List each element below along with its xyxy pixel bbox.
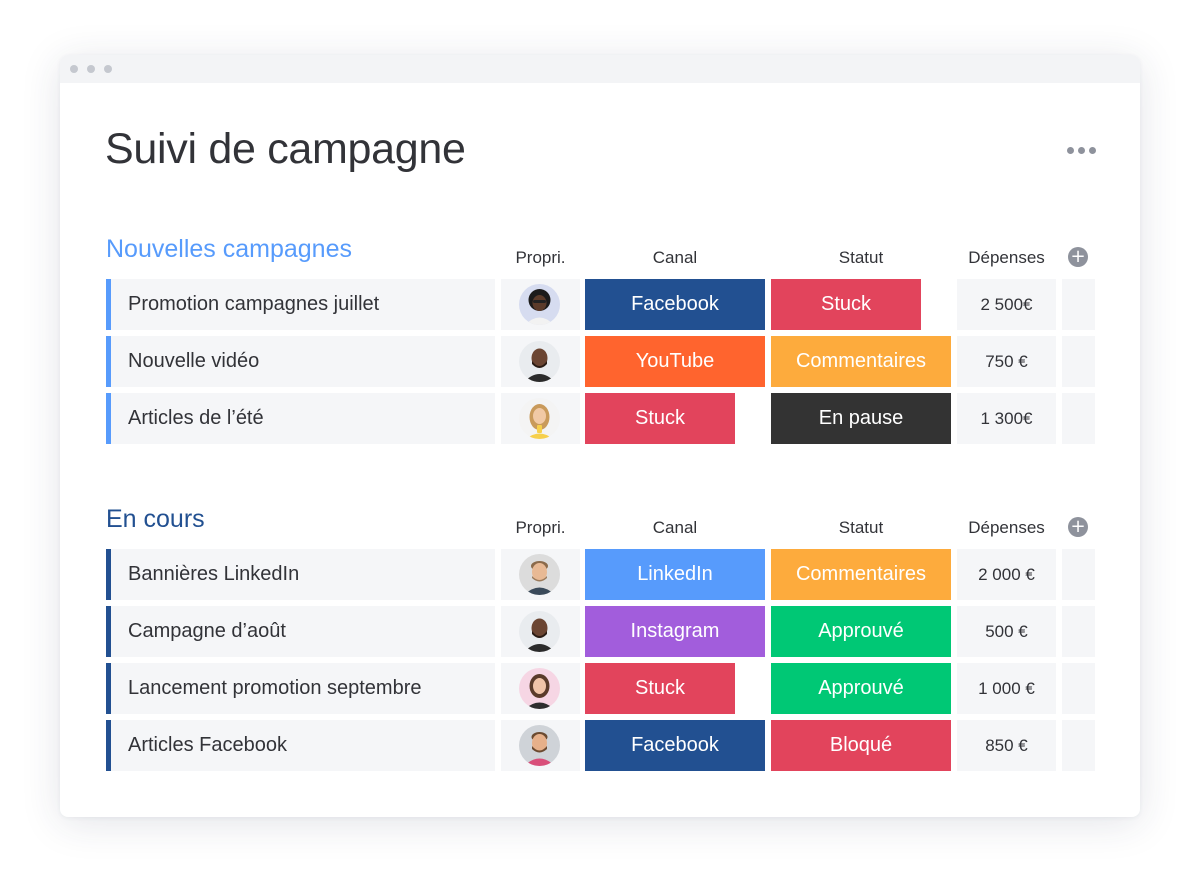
item-name: Promotion campagnes juillet	[128, 293, 380, 315]
window-dot	[104, 65, 112, 73]
status-label[interactable]: Approuvé	[771, 663, 951, 714]
channel-label[interactable]: Instagram	[585, 606, 765, 657]
spend-cell[interactable]: 850 €	[957, 720, 1056, 771]
more-options-icon[interactable]	[1067, 147, 1096, 154]
item-name: Bannières LinkedIn	[128, 563, 300, 585]
avatar[interactable]	[519, 611, 560, 652]
item-name: Articles de l’été	[128, 407, 264, 429]
group-header: Nouvelles campagnes Propri. Canal Statut…	[106, 235, 1096, 279]
owner-cell[interactable]	[501, 279, 580, 330]
item-name-cell[interactable]: Nouvelle vidéo	[106, 336, 495, 387]
column-header-owner: Propri.	[515, 248, 566, 267]
spend-cell[interactable]: 1 300€	[957, 393, 1056, 444]
spend-cell[interactable]: 1 000 €	[957, 663, 1056, 714]
empty-cell[interactable]	[1062, 279, 1095, 330]
table-row[interactable]: Promotion campagnes juillet Facebook Stuck…	[106, 279, 1096, 330]
owner-cell[interactable]	[501, 336, 580, 387]
empty-cell[interactable]	[1062, 336, 1095, 387]
column-header-status: Statut	[838, 248, 884, 267]
window-dot	[70, 65, 78, 73]
item-name-cell[interactable]: Articles de l’été	[106, 393, 495, 444]
item-name-cell[interactable]: Lancement promotion septembre	[106, 663, 495, 714]
page-title: Suivi de campagne	[105, 125, 466, 173]
column-header-status: Statut	[838, 518, 884, 537]
table-row[interactable]: Bannières LinkedIn LinkedIn Commentaires 2 …	[106, 549, 1096, 600]
table-row[interactable]: Articles Facebook Facebook Bloqué 850 €	[106, 720, 1096, 771]
board-window: Suivi de campagne Nouvelles campagnes Pr…	[60, 55, 1140, 817]
column-header-spend: Dépenses	[968, 518, 1045, 537]
group-nouvelles-campagnes: Nouvelles campagnes Propri. Canal Statut…	[106, 235, 1096, 450]
item-name: Campagne d’août	[128, 620, 286, 642]
empty-cell[interactable]	[1062, 720, 1095, 771]
status-label[interactable]: Bloqué	[771, 720, 951, 771]
item-name-cell[interactable]: Articles Facebook	[106, 720, 495, 771]
status-label[interactable]: Commentaires	[771, 549, 951, 600]
owner-cell[interactable]	[501, 393, 580, 444]
item-name-cell[interactable]: Bannières LinkedIn	[106, 549, 495, 600]
empty-cell[interactable]	[1062, 663, 1095, 714]
spend-cell[interactable]: 2 000 €	[957, 549, 1056, 600]
add-column-icon[interactable]: +	[1068, 517, 1088, 537]
status-label[interactable]: Stuck	[771, 279, 921, 330]
channel-label[interactable]: Stuck	[585, 393, 735, 444]
spend-cell[interactable]: 500 €	[957, 606, 1056, 657]
spend-cell[interactable]: 750 €	[957, 336, 1056, 387]
item-name-cell[interactable]: Promotion campagnes juillet	[106, 279, 495, 330]
item-name: Articles Facebook	[128, 734, 287, 756]
empty-cell[interactable]	[1062, 549, 1095, 600]
owner-cell[interactable]	[501, 606, 580, 657]
column-header-channel: Canal	[652, 518, 698, 537]
empty-cell[interactable]	[1062, 606, 1095, 657]
avatar[interactable]	[519, 341, 560, 382]
group-title[interactable]: Nouvelles campagnes	[106, 235, 352, 264]
table-row[interactable]: Nouvelle vidéo YouTube Commentaires 750 €	[106, 336, 1096, 387]
table-row[interactable]: Lancement promotion septembre Stuck Approu…	[106, 663, 1096, 714]
owner-cell[interactable]	[501, 549, 580, 600]
column-header-owner: Propri.	[515, 518, 566, 537]
item-name-cell[interactable]: Campagne d’août	[106, 606, 495, 657]
item-name: Nouvelle vidéo	[128, 350, 260, 372]
empty-cell[interactable]	[1062, 393, 1095, 444]
avatar[interactable]	[519, 398, 560, 439]
owner-cell[interactable]	[501, 663, 580, 714]
owner-cell[interactable]	[501, 720, 580, 771]
group-rows: Bannières LinkedIn LinkedIn Commentaires 2 …	[106, 549, 1096, 771]
status-label[interactable]: Commentaires	[771, 336, 951, 387]
status-label[interactable]: Approuvé	[771, 606, 951, 657]
window-dot	[87, 65, 95, 73]
status-label[interactable]: En pause	[771, 393, 951, 444]
group-title[interactable]: En cours	[106, 505, 205, 534]
column-header-channel: Canal	[652, 248, 698, 267]
table-row[interactable]: Articles de l’été Stuck En pause 1 300€	[106, 393, 1096, 444]
add-column-icon[interactable]: +	[1068, 247, 1088, 267]
channel-label[interactable]: Facebook	[585, 279, 765, 330]
channel-label[interactable]: YouTube	[585, 336, 765, 387]
avatar[interactable]	[519, 725, 560, 766]
item-name: Lancement promotion septembre	[128, 677, 422, 699]
avatar[interactable]	[519, 284, 560, 325]
channel-label[interactable]: Facebook	[585, 720, 765, 771]
spend-cell[interactable]: 2 500€	[957, 279, 1056, 330]
column-header-spend: Dépenses	[968, 248, 1045, 267]
avatar[interactable]	[519, 668, 560, 709]
group-header: En cours Propri. Canal Statut Dépenses +	[106, 505, 1096, 549]
group-rows: Promotion campagnes juillet Facebook Stuck…	[106, 279, 1096, 444]
window-titlebar	[60, 55, 1140, 83]
channel-label[interactable]: LinkedIn	[585, 549, 765, 600]
table-row[interactable]: Campagne d’août Instagram Approuvé 500 €	[106, 606, 1096, 657]
channel-label[interactable]: Stuck	[585, 663, 735, 714]
avatar[interactable]	[519, 554, 560, 595]
group-en-cours: En cours Propri. Canal Statut Dépenses +…	[106, 505, 1096, 777]
